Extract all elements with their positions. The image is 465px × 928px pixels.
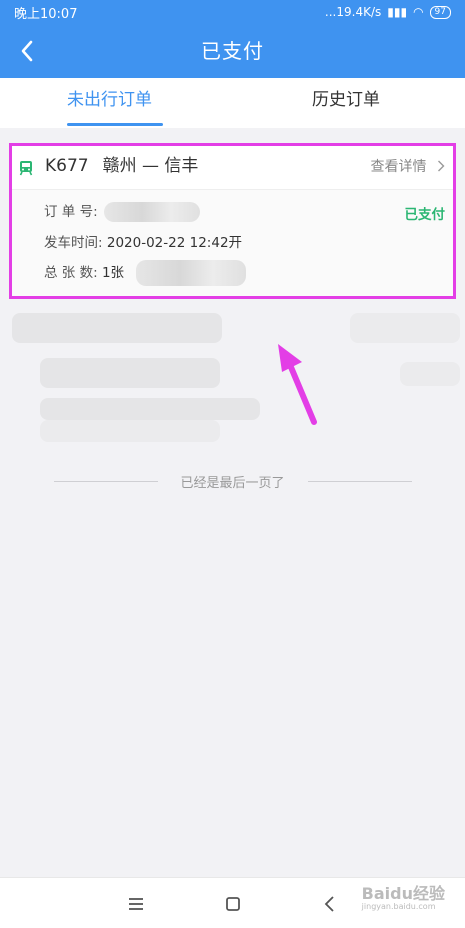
tab-bar: 未出行订单 历史订单 bbox=[0, 78, 465, 128]
status-time: 晚上10:07 bbox=[14, 6, 78, 22]
end-of-list-label: 已经是最后一页了 bbox=[170, 476, 295, 491]
route-title: K677 赣州 — 信丰 bbox=[45, 146, 198, 186]
departure-station: 赣州 bbox=[102, 156, 137, 176]
ticket-count-row: 总 张 数: 1张 bbox=[44, 260, 247, 286]
departure-time: 12:42开 bbox=[189, 235, 243, 251]
route-separator: — bbox=[142, 156, 160, 176]
watermark-sub: jingyan.baidu.com bbox=[361, 902, 436, 911]
order-number-row: 订 单 号: bbox=[44, 200, 200, 222]
redacted-block bbox=[40, 358, 220, 388]
active-tab-indicator bbox=[67, 123, 163, 126]
order-card-header: K677 赣州 — 信丰 查看详情 bbox=[12, 146, 453, 190]
home-icon[interactable] bbox=[221, 892, 245, 916]
signal-icon: ▮▮▮ bbox=[387, 5, 408, 19]
ticket-count: 1张 bbox=[101, 265, 125, 281]
passenger-redacted bbox=[136, 260, 247, 286]
order-card[interactable]: K677 赣州 — 信丰 查看详情 订 单 号: 已支付 发车时间: 2020-0… bbox=[9, 143, 456, 299]
navigation-bar: 已支付 bbox=[0, 24, 465, 78]
order-number-redacted bbox=[103, 202, 200, 222]
redacted-block bbox=[400, 362, 460, 386]
watermark: Baidu经验 jingyan.baidu.com bbox=[362, 880, 445, 911]
chevron-right-icon bbox=[438, 160, 445, 172]
departure-time-row: 发车时间: 2020-02-22 12:42开 bbox=[44, 231, 242, 251]
watermark-main: Baidu经验 bbox=[361, 884, 445, 903]
wifi-icon: ◠ bbox=[413, 5, 424, 19]
network-speed: ...19.4K/s bbox=[324, 5, 382, 19]
order-card-body: 订 单 号: 已支付 发车时间: 2020-02-22 12:42开 总 张 数… bbox=[12, 190, 453, 296]
battery-icon: 97 bbox=[429, 5, 451, 19]
tab-history-orders[interactable]: 历史订单 bbox=[312, 78, 380, 128]
tab-upcoming-orders[interactable]: 未出行订单 bbox=[67, 78, 152, 128]
order-number-label: 订 单 号: bbox=[44, 204, 98, 220]
train-number: K677 bbox=[45, 156, 89, 176]
redacted-block bbox=[40, 398, 260, 420]
train-icon bbox=[19, 161, 33, 176]
status-bar: 晚上10:07 ...19.4K/s ▮▮▮ ◠ 97 bbox=[0, 0, 465, 24]
redacted-block bbox=[12, 313, 222, 343]
view-details-link[interactable]: 查看详情 bbox=[371, 146, 445, 188]
status-indicators: ...19.4K/s ▮▮▮ ◠ 97 bbox=[325, 5, 451, 19]
menu-icon[interactable] bbox=[124, 892, 148, 916]
end-of-list-text: 已经是最后一页了 bbox=[0, 472, 465, 491]
redacted-block bbox=[40, 420, 220, 442]
back-icon[interactable] bbox=[318, 892, 342, 916]
arrival-station: 信丰 bbox=[164, 156, 199, 176]
annotation-arrow-icon bbox=[278, 344, 317, 425]
departure-date: 2020-02-22 bbox=[106, 235, 186, 251]
page-title: 已支付 bbox=[201, 39, 264, 63]
departure-time-label: 发车时间: bbox=[44, 235, 103, 251]
redacted-block bbox=[350, 313, 460, 343]
ticket-count-label: 总 张 数: bbox=[44, 265, 98, 281]
status-badge: 已支付 bbox=[404, 207, 446, 223]
view-details-label: 查看详情 bbox=[370, 159, 427, 175]
